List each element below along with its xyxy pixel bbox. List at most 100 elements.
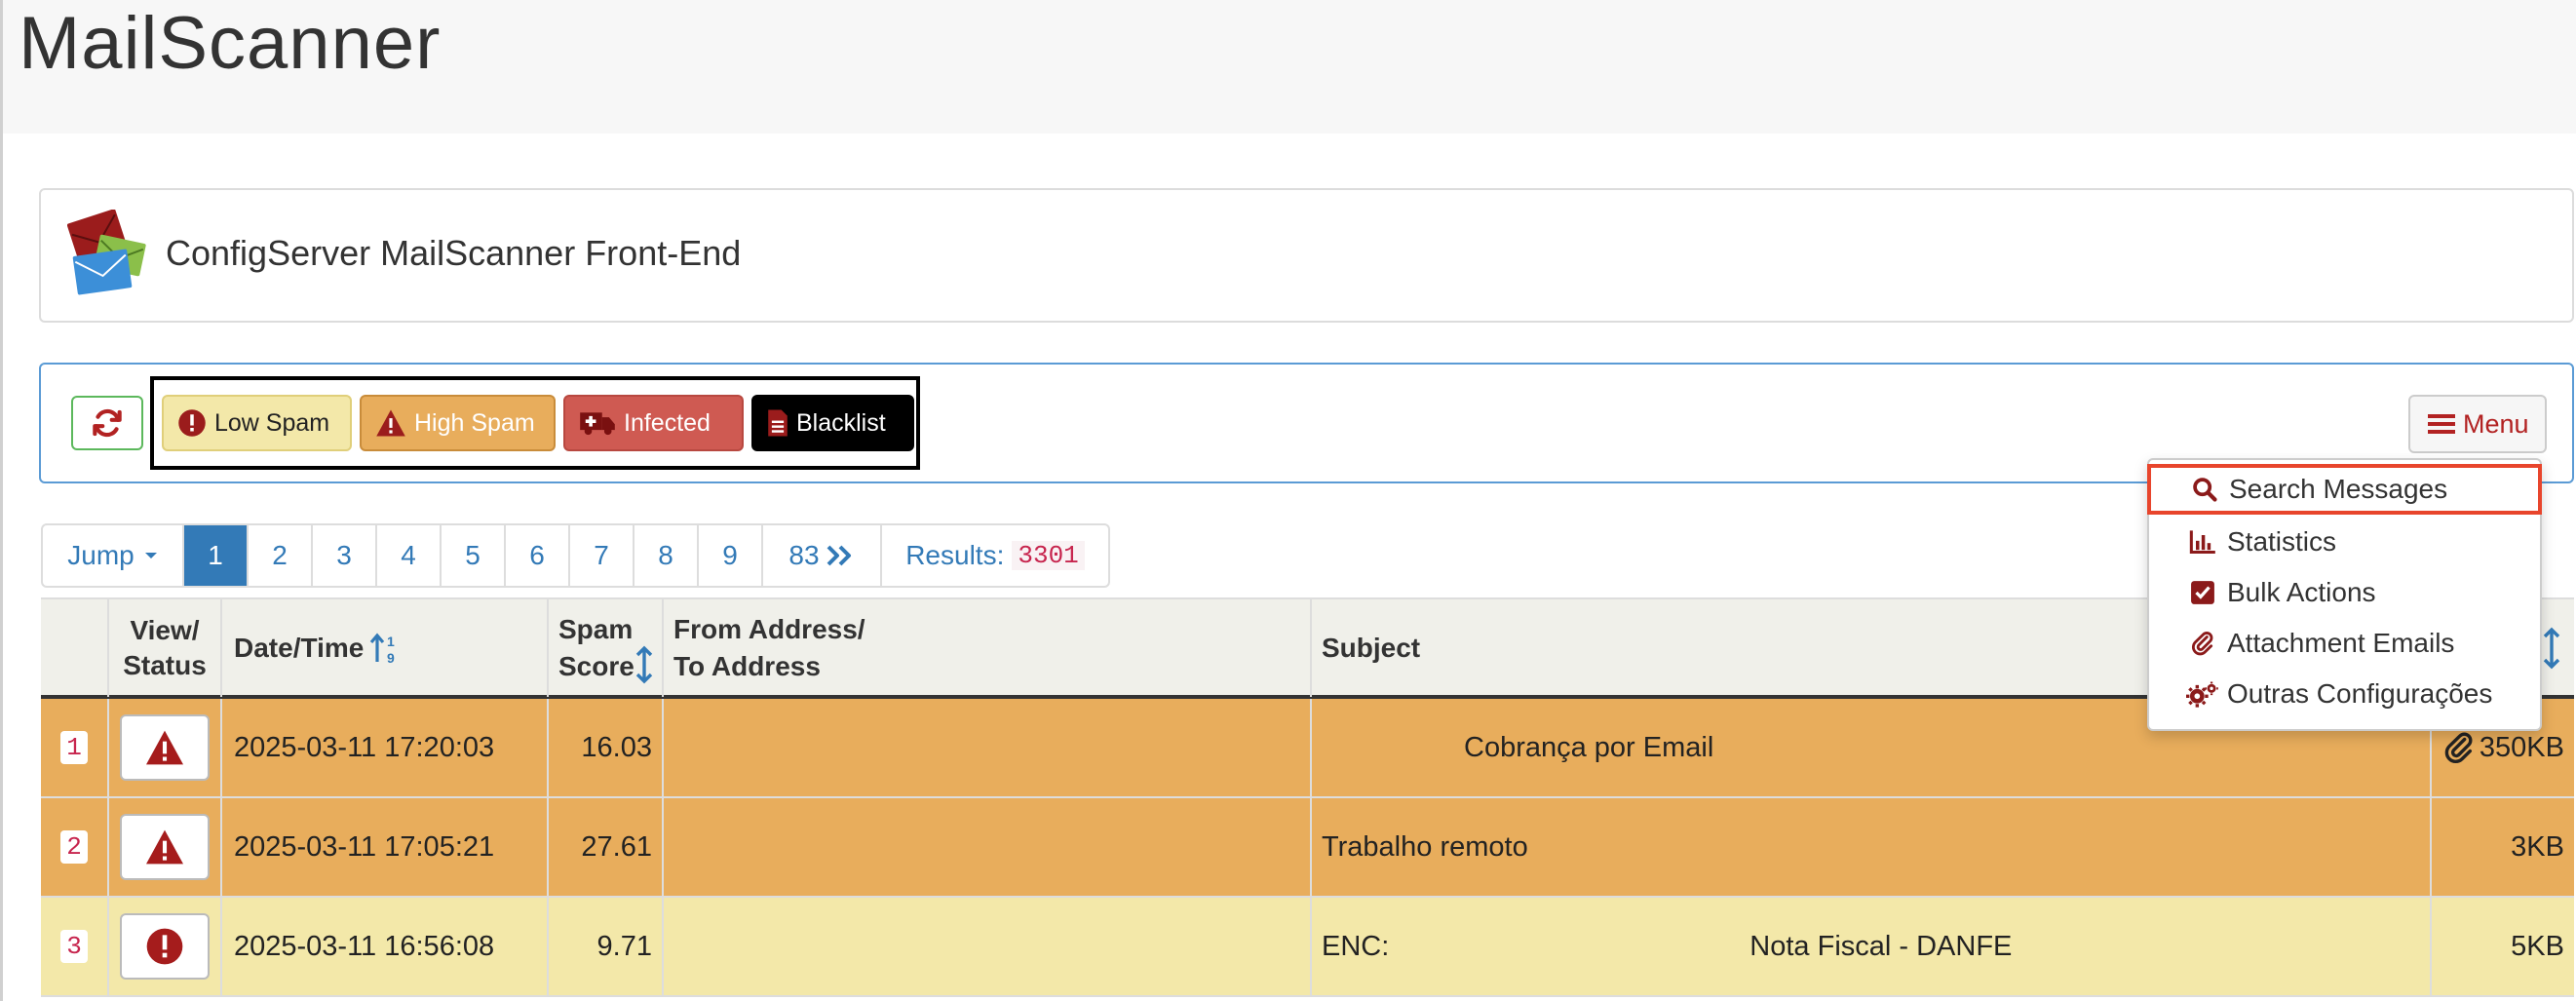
legend-blacklist-label: Blacklist <box>796 408 886 437</box>
results-summary: Results: 3301 <box>882 525 1108 586</box>
spam-score-cell: 16.03 <box>549 699 664 796</box>
menu-item-label: Statistics <box>2227 526 2337 557</box>
app-header: MailScanner <box>3 0 2576 134</box>
header-to-label: To Address <box>673 651 821 681</box>
brand-title: ConfigServer MailScanner Front-End <box>166 233 742 273</box>
double-chevron-right-icon <box>826 544 855 567</box>
subject-text: Nota Fiscal - DANFE <box>1749 930 2013 962</box>
header-subject-label: Subject <box>1322 633 1421 663</box>
legend-low-spam[interactable]: Low Spam <box>162 395 352 451</box>
exclamation-circle-icon <box>146 928 183 965</box>
menu-item-label: Outras Configurações <box>2227 678 2493 709</box>
page-2[interactable]: 2 <box>249 525 313 586</box>
search-icon <box>2188 476 2221 503</box>
warning-triangle-icon <box>375 408 406 438</box>
menu-item-label: Search Messages <box>2229 474 2448 504</box>
checkbox-icon <box>2186 580 2219 605</box>
legend-blacklist[interactable]: Blacklist <box>751 395 914 451</box>
header-view-status: View/ Status <box>109 599 222 697</box>
menu-item-attachment-emails[interactable]: Attachment Emails <box>2149 618 2540 669</box>
page-9[interactable]: 9 <box>699 525 763 586</box>
refresh-button[interactable] <box>71 396 143 450</box>
page-4[interactable]: 4 <box>377 525 442 586</box>
menu-item-search-messages[interactable]: Search Messages <box>2147 464 2542 515</box>
header-from-to: From Address/ To Address <box>664 599 1312 697</box>
page-6[interactable]: 6 <box>506 525 570 586</box>
subject-cell: Trabalho remoto <box>1312 798 2432 896</box>
mailscanner-logo <box>66 209 149 299</box>
header-row-number <box>41 599 109 697</box>
legend-low-spam-label: Low Spam <box>214 408 330 437</box>
legend-high-spam-label: High Spam <box>414 408 535 437</box>
sort-vertical-icon <box>634 645 654 684</box>
paperclip-icon <box>2442 730 2476 765</box>
menu-button[interactable]: Menu <box>2408 395 2547 453</box>
page-7[interactable]: 7 <box>570 525 634 586</box>
subject-prefix: ENC: <box>1322 930 1390 962</box>
jump-label: Jump <box>67 540 135 570</box>
menu-item-bulk-actions[interactable]: Bulk Actions <box>2149 567 2540 618</box>
paperclip-icon <box>2186 630 2219 657</box>
results-label: Results: <box>905 540 1005 570</box>
size-cell: 3KB <box>2511 830 2564 863</box>
sort-numeric-icon: 19 <box>369 631 403 666</box>
legend-infected-label: Infected <box>624 408 711 437</box>
legend-infected[interactable]: Infected <box>563 395 744 451</box>
warning-triangle-icon <box>146 730 183 765</box>
from-to-cell <box>664 699 1312 796</box>
row-number: 2 <box>60 830 88 864</box>
header-status-label: Status <box>123 650 207 680</box>
header-spam-score[interactable]: Spam Score <box>549 599 664 697</box>
last-page-link[interactable]: 83 <box>763 525 882 586</box>
menu-item-label: Bulk Actions <box>2227 577 2376 607</box>
gears-icon <box>2186 680 2219 708</box>
page-1[interactable]: 1 <box>184 525 249 586</box>
view-message-button[interactable] <box>120 714 210 781</box>
subject-cell: ENC: Nota Fiscal - DANFE <box>1312 898 2432 995</box>
status-cell <box>109 699 222 796</box>
view-message-button[interactable] <box>120 814 210 880</box>
svg-text:9: 9 <box>387 650 395 666</box>
spam-score-cell: 9.71 <box>549 898 664 995</box>
table-row[interactable]: 3 2025-03-11 16:56:08 9.71 ENC: Nota Fis… <box>41 898 2574 997</box>
status-legend: Low Spam High Spam Infected Blacklist <box>150 376 920 470</box>
view-message-button[interactable] <box>120 913 210 980</box>
legend-high-spam[interactable]: High Spam <box>360 395 556 451</box>
row-number: 1 <box>60 731 88 764</box>
from-to-cell <box>664 898 1312 995</box>
datetime-cell: 2025-03-11 17:05:21 <box>222 798 549 896</box>
row-number-cell: 1 <box>41 699 109 796</box>
table-row[interactable]: 2 2025-03-11 17:05:21 27.61 Trabalho rem… <box>41 798 2574 898</box>
pagination: Jump 1 2 3 4 5 6 7 8 9 83 Results: 3301 <box>41 523 1110 588</box>
spam-score-cell: 27.61 <box>549 798 664 896</box>
menu-item-outras-configuracoes[interactable]: Outras Configurações <box>2149 669 2540 719</box>
warning-triangle-icon <box>146 829 183 865</box>
refresh-icon <box>93 408 122 438</box>
jump-dropdown[interactable]: Jump <box>43 525 184 586</box>
status-cell <box>109 798 222 896</box>
header-datetime[interactable]: Date/Time 19 <box>222 599 549 697</box>
sort-size-icon[interactable] <box>2542 627 2561 670</box>
ambulance-icon <box>579 408 616 438</box>
brand-panel: ConfigServer MailScanner Front-End <box>39 188 2574 323</box>
exclamation-circle-icon <box>177 408 207 438</box>
datetime-cell: 2025-03-11 17:20:03 <box>222 699 549 796</box>
row-number-cell: 2 <box>41 798 109 896</box>
last-page-label: 83 <box>788 540 820 570</box>
header-score-label: Score <box>558 651 634 681</box>
results-count: 3301 <box>1012 541 1085 570</box>
page-3[interactable]: 3 <box>313 525 377 586</box>
from-to-cell <box>664 798 1312 896</box>
page-5[interactable]: 5 <box>442 525 506 586</box>
page-8[interactable]: 8 <box>634 525 699 586</box>
menu-dropdown: Search Messages Statistics Bulk Actions … <box>2147 458 2542 731</box>
hamburger-icon <box>2428 411 2455 437</box>
datetime-cell: 2025-03-11 16:56:08 <box>222 898 549 995</box>
app-title: MailScanner <box>19 2 442 85</box>
menu-item-statistics[interactable]: Statistics <box>2149 517 2540 567</box>
menu-button-label: Menu <box>2463 408 2529 439</box>
row-number-cell: 3 <box>41 898 109 995</box>
header-from-label: From Address/ <box>673 614 865 644</box>
header-spam-label: Spam <box>558 614 634 644</box>
row-number: 3 <box>60 930 88 963</box>
